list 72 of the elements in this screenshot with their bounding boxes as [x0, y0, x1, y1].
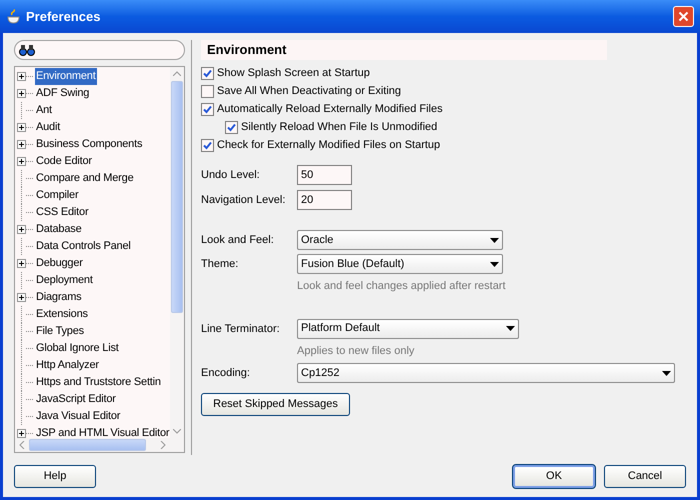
binoculars-icon: [19, 44, 35, 56]
tree-item[interactable]: Audit: [35, 119, 62, 136]
horizontal-scrollbar[interactable]: [15, 438, 184, 452]
dropdown[interactable]: Cp1252: [297, 363, 675, 383]
expand-icon[interactable]: [17, 140, 26, 149]
tree-item[interactable]: Business Components: [35, 136, 144, 153]
expand-icon[interactable]: [17, 88, 26, 98]
expand-icon[interactable]: [17, 224, 26, 234]
tree-item[interactable]: JSP and HTML Visual Editor: [35, 425, 170, 438]
dialog-button[interactable]: Cancel: [604, 464, 686, 488]
field-label: Undo Level:: [201, 168, 261, 183]
checkbox-label: Automatically Reload Externally Modified Files: [217, 102, 443, 117]
hint-text: Look and feel changes applied after restart: [297, 279, 507, 294]
close-icon: [678, 11, 689, 22]
dropdown-arrow-icon: [662, 370, 671, 376]
expand-icon[interactable]: [17, 72, 26, 81]
dropdown-arrow-icon: [506, 326, 515, 331]
dropdown-label: Look and Feel:: [201, 233, 275, 248]
dropdown-arrow-icon: [490, 262, 499, 266]
section-header: Environment: [201, 40, 607, 60]
dropdown-arrow-icon: [490, 238, 499, 242]
vertical-scrollbar[interactable]: [170, 66, 184, 438]
checkbox-label: Show Splash Screen at Startup: [217, 66, 370, 81]
tree-item[interactable]: Ant: [35, 102, 53, 119]
expand-icon[interactable]: [17, 122, 26, 132]
tree-item[interactable]: Deployment: [35, 272, 94, 289]
tree-item[interactable]: Java Visual Editor: [35, 408, 122, 425]
dropdown-label: Line Terminator:: [201, 322, 281, 336]
dropdown-label: Theme:: [201, 257, 240, 272]
checkbox[interactable]: [201, 102, 214, 116]
tree-item[interactable]: Http Analyzer: [35, 357, 100, 374]
reset-button[interactable]: Reset Skipped Messages: [201, 392, 350, 416]
tree-item[interactable]: Code Editor: [35, 153, 93, 170]
help-button[interactable]: Help: [14, 464, 96, 488]
hint-text: Applies to new files only: [297, 344, 416, 358]
tree-item[interactable]: Compiler: [35, 187, 80, 204]
dropdown[interactable]: Fusion Blue (Default): [297, 254, 503, 274]
tree-item[interactable]: Global Ignore List: [35, 340, 120, 357]
coffee-cup-icon: [6, 8, 22, 24]
input-field[interactable]: 50: [297, 165, 352, 185]
expand-icon[interactable]: [17, 292, 26, 302]
checkbox[interactable]: [201, 138, 214, 152]
tree-item[interactable]: Environment: [35, 68, 97, 85]
dialog-button[interactable]: OK: [513, 464, 595, 488]
checkbox-label: Save All When Deactivating or Exiting: [217, 84, 402, 99]
tree-item[interactable]: Extensions: [35, 306, 89, 323]
tree-item[interactable]: ADF Swing: [35, 85, 90, 102]
checkbox-label: Check for Externally Modified Files on Startup: [217, 138, 440, 153]
dropdown[interactable]: Oracle: [297, 230, 503, 250]
checkbox[interactable]: [225, 120, 238, 134]
tree-item[interactable]: Data Controls Panel: [35, 238, 132, 255]
tree-item[interactable]: Debugger: [35, 255, 84, 272]
checkbox[interactable]: [201, 84, 214, 98]
checkbox-label: Silently Reload When File Is Unmodified: [241, 120, 438, 135]
expand-icon[interactable]: [17, 428, 26, 438]
input-field[interactable]: 20: [297, 190, 352, 210]
tree-item[interactable]: Https and Truststore Settin: [35, 374, 162, 391]
tree-item[interactable]: JavaScript Editor: [35, 391, 117, 408]
window-title: Preferences: [26, 8, 102, 26]
dropdown[interactable]: Platform Default: [297, 318, 519, 338]
tree-item[interactable]: Compare and Merge: [35, 170, 134, 187]
tree-item[interactable]: CSS Editor: [35, 204, 90, 221]
close-button[interactable]: [673, 6, 694, 27]
field-label: Navigation Level:: [201, 192, 286, 208]
tree-item[interactable]: Diagrams: [35, 289, 82, 306]
checkbox[interactable]: [201, 66, 214, 80]
expand-icon[interactable]: [17, 258, 26, 268]
tree-item[interactable]: Database: [35, 221, 82, 238]
expand-icon[interactable]: [17, 156, 26, 166]
dropdown-label: Encoding:: [201, 366, 251, 381]
tree-item[interactable]: File Types: [35, 323, 85, 340]
search-field[interactable]: [14, 40, 186, 60]
